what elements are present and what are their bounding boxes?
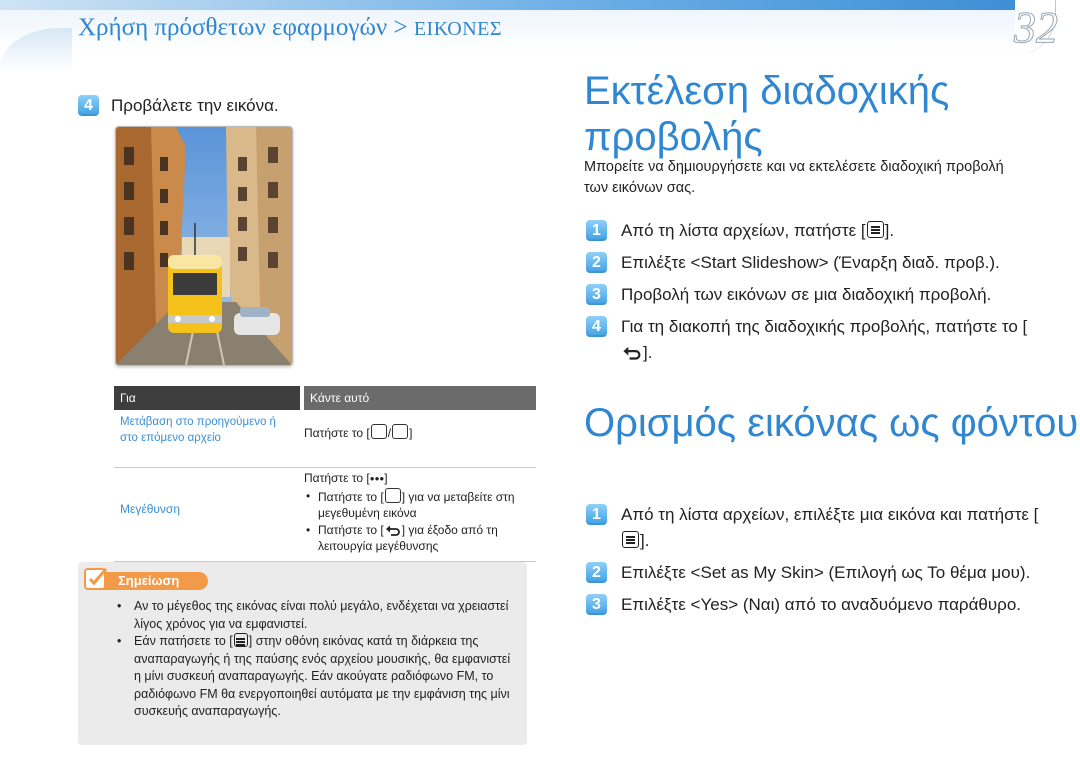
wallpaper-steps: 1 Από τη λίστα αρχείων, επιλέξτε μια εικ… xyxy=(586,502,1046,618)
page-number: 32 xyxy=(1014,3,1059,52)
step-text-after: ]. xyxy=(643,343,653,362)
zoom-line1: Πατήστε το [●●●] xyxy=(304,470,532,488)
prev-button-icon xyxy=(370,424,387,439)
wallpaper-title: Ορισμός εικόνας ως φόντου xyxy=(584,401,1079,445)
step-item: 2 Επιλέξτε <Set as My Skin> (Επιλογή ως … xyxy=(586,560,1046,586)
next-button-icon xyxy=(392,424,409,439)
how-suffix: ] xyxy=(409,426,413,440)
note-item: Εάν πατήσετε το [] στην οθόνη εικόνας κα… xyxy=(114,633,516,721)
view-image-step: 4 Προβάλετε την εικόνα. xyxy=(78,95,279,116)
zoom-bullet2-prefix: Πατήστε το [ xyxy=(318,522,384,537)
tram-photo xyxy=(115,126,293,366)
step-badge: 1 xyxy=(586,220,607,241)
step-text-after: ]. xyxy=(884,221,895,240)
slideshow-intro: Μπορείτε να δημιουργήσετε και να εκτελέσ… xyxy=(584,159,1004,196)
zoom-line1-prefix: Πατήστε το [ xyxy=(304,471,370,485)
step-item: 3 Προβολή των εικόνων σε μια διαδοχική π… xyxy=(586,282,1046,308)
zoom-bullet1-prefix: Πατήστε το [ xyxy=(318,489,384,504)
breadcrumb-sub: ΕΙΚΟΝΕΣ xyxy=(413,18,503,40)
step-text-after: ]. xyxy=(640,531,650,550)
step-text: Από τη λίστα αρχείων, πατήστε []. xyxy=(621,218,894,244)
step-text: Για τη διακοπή της διαδοχικής προβολής, … xyxy=(621,314,1046,366)
step-item: 2 Επιλέξτε <Start Slideshow> (Έναρξη δια… xyxy=(586,250,1046,276)
zoom-bullet-2: • Πατήστε το [] για έξοδο από τη λειτουργ… xyxy=(306,522,498,554)
step-badge: 4 xyxy=(78,95,99,116)
menu-icon xyxy=(233,633,248,647)
tram-photo-illustration xyxy=(116,127,292,365)
zoom-line1-suffix: ] xyxy=(384,471,388,485)
step-badge: 3 xyxy=(586,594,607,615)
table-cell-action: Μεγέθυνση xyxy=(120,502,181,516)
step-text-before: Από τη λίστα αρχείων, πατήστε [ xyxy=(621,221,866,240)
note-pencil-icon xyxy=(84,568,108,590)
step-text: Επιλέξτε <Set as My Skin> (Επιλογή ως Το… xyxy=(621,563,1031,582)
view-image-step-text: Προβάλετε την εικόνα. xyxy=(111,95,279,115)
how-prefix: Πατήστε το [ xyxy=(304,426,370,440)
slideshow-title: Εκτέλεση διαδοχικής προβολής xyxy=(584,69,950,159)
step-badge: 3 xyxy=(586,284,607,305)
note-item: Αν το μέγεθος της εικόνας είναι πολύ μεγ… xyxy=(114,598,516,633)
how-sep: / xyxy=(387,426,392,440)
menu-icon xyxy=(866,221,884,238)
back-icon xyxy=(385,525,400,536)
table-row: Μετάβαση στο προηγούμενο ή στο επόμενο α… xyxy=(114,410,536,468)
step-text-before: Από τη λίστα αρχείων, επιλέξτε μια εικόν… xyxy=(621,505,1039,524)
step-text-before: Για τη διακοπή της διαδοχικής προβολής, … xyxy=(621,317,1028,336)
step-item: 1 Από τη λίστα αρχείων, πατήστε []. xyxy=(586,218,1046,244)
note-item-prefix: Εάν πατήσετε το [ xyxy=(134,634,233,648)
select-button-icon xyxy=(384,487,401,503)
step-badge: 2 xyxy=(586,252,607,273)
zoom-navigation-table: Για Κάντε αυτό Μετάβαση στο προηγούμενο … xyxy=(114,386,536,562)
step-item: 4 Για τη διακοπή της διαδοχικής προβολής… xyxy=(586,314,1046,366)
step-badge: 1 xyxy=(586,504,607,525)
table-header: Για Κάντε αυτό xyxy=(114,386,536,410)
table-header-for: Για xyxy=(114,386,304,410)
note-list: Αν το μέγεθος της εικόνας είναι πολύ μεγ… xyxy=(114,598,516,721)
more-icon: ●●● xyxy=(369,474,385,483)
step-badge: 4 xyxy=(586,316,607,337)
back-icon xyxy=(623,346,641,360)
breadcrumb-main: Χρήση πρόσθετων εφαρμογών > xyxy=(78,14,414,41)
table-cell-action: Μετάβαση στο προηγούμενο ή στο επόμενο α… xyxy=(120,416,276,444)
menu-icon xyxy=(622,531,639,548)
header-top-bar xyxy=(0,0,1015,10)
step-item: 1 Από τη λίστα αρχείων, επιλέξτε μια εικ… xyxy=(586,502,1046,554)
step-text: Προβολή των εικόνων σε μια διαδοχική προ… xyxy=(621,285,992,304)
step-item: 3 Επιλέξτε <Yes> (Ναι) από το αναδυόμενο… xyxy=(586,592,1046,618)
table-row: Μεγέθυνση Πατήστε το [●●●] • Πατήστε το [… xyxy=(114,468,536,562)
zoom-bullet-1: • Πατήστε το [] για να μεταβείτε στη μεγε… xyxy=(306,487,515,520)
step-text: Από τη λίστα αρχείων, επιλέξτε μια εικόν… xyxy=(621,502,1046,554)
table-cell-how: Πατήστε το [●●●] • Πατήστε το [] για να μ… xyxy=(300,468,536,561)
slideshow-steps: 1 Από τη λίστα αρχείων, πατήστε []. 2 Επ… xyxy=(586,218,1046,366)
table-header-do: Κάντε αυτό xyxy=(304,386,536,410)
breadcrumb: Χρήση πρόσθετων εφαρμογών > ΕΙΚΟΝΕΣ xyxy=(78,14,502,42)
step-text: Επιλέξτε <Start Slideshow> (Έναρξη διαδ.… xyxy=(621,253,1000,272)
step-text: Επιλέξτε <Yes> (Ναι) από το αναδυόμενο π… xyxy=(621,595,1022,614)
table-cell-how: Πατήστε το [ /] xyxy=(300,410,536,467)
step-badge: 2 xyxy=(586,562,607,583)
